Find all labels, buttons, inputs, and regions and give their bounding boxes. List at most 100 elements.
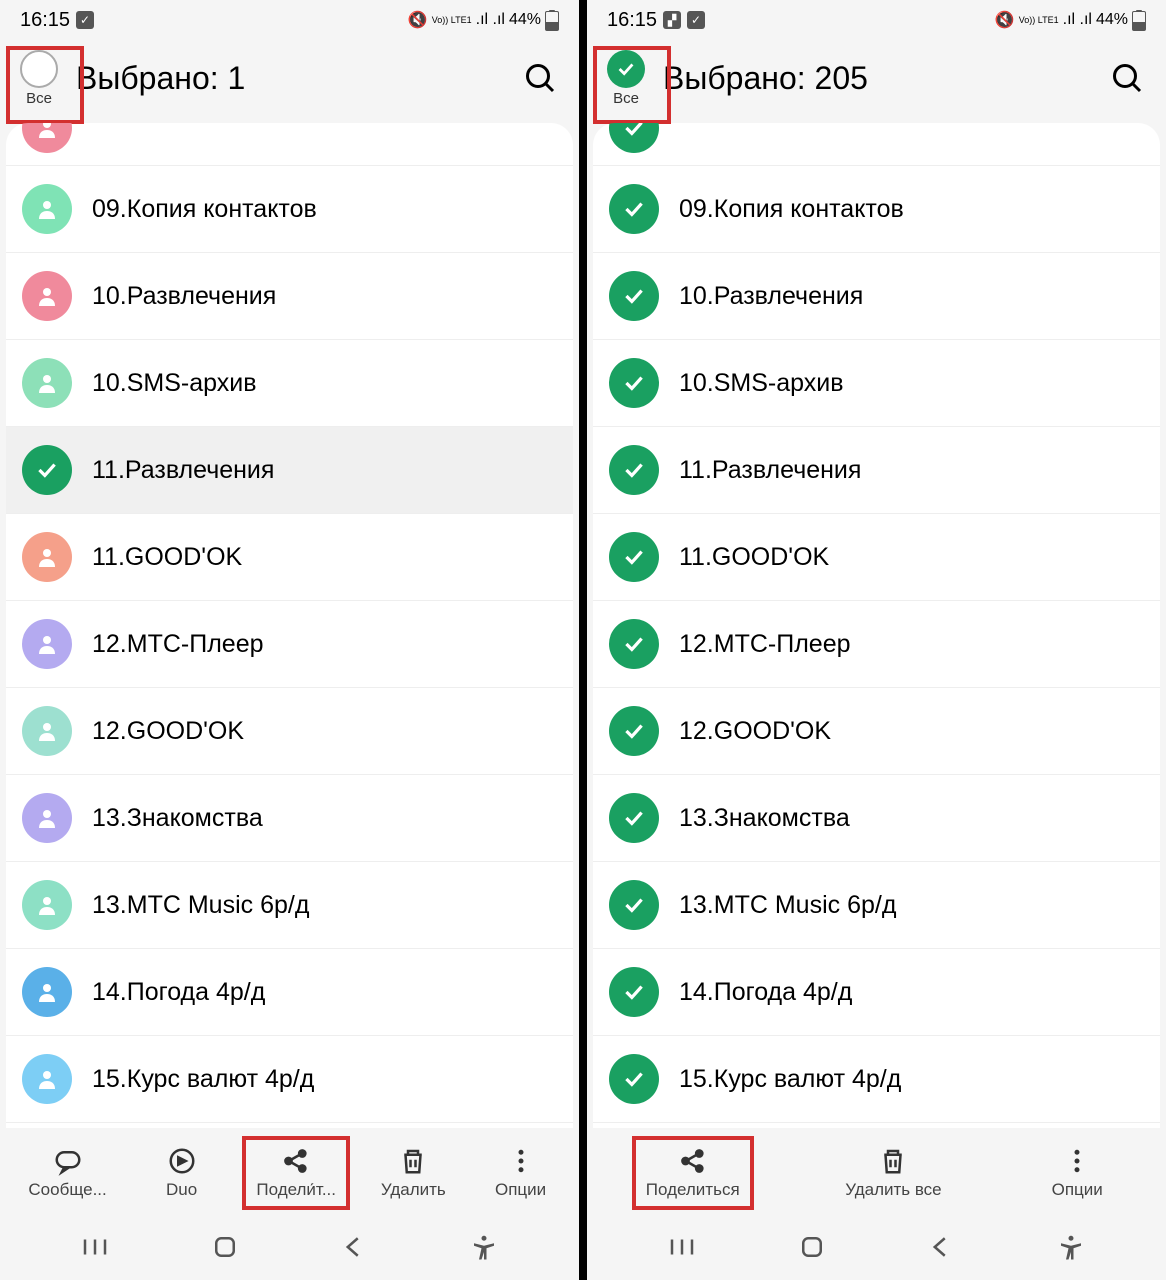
recents-button[interactable] xyxy=(80,1232,110,1262)
conversation-name: 12.GOOD'OK xyxy=(679,717,831,746)
checked-icon xyxy=(609,271,659,321)
volte-icon: Vo)) LTE1 xyxy=(432,16,472,25)
list-item[interactable]: 15.Курс валют 4р/д xyxy=(593,1036,1160,1123)
selection-title: Выбрано: 205 xyxy=(663,60,1110,97)
trash-button[interactable]: Удалить xyxy=(371,1140,456,1206)
list-item[interactable]: 12.GOOD'OK xyxy=(593,688,1160,775)
notification-icon: ✓ xyxy=(687,11,705,29)
checked-icon xyxy=(22,445,72,495)
select-all-button[interactable]: Все xyxy=(20,50,58,107)
nav-bar xyxy=(587,1218,1166,1280)
battery-icon xyxy=(545,10,559,31)
dots-button[interactable]: Опции xyxy=(1037,1140,1117,1206)
list-item[interactable]: 14.Погода 4р/д xyxy=(6,949,573,1036)
checked-icon xyxy=(609,1054,659,1104)
list-item[interactable]: 10.SMS-архив xyxy=(593,340,1160,427)
contact-avatar-icon xyxy=(22,880,72,930)
contact-avatar-icon xyxy=(22,123,72,153)
checked-icon xyxy=(609,967,659,1017)
bottom-toolbar: Поделиться Удалить все Опции xyxy=(587,1128,1166,1218)
mute-icon: 🔇 xyxy=(408,10,428,30)
selection-header: Все Выбрано: 1 xyxy=(0,40,579,123)
signal-icon: .ıl .ıl xyxy=(476,11,505,29)
list-item[interactable] xyxy=(6,123,573,166)
status-right: 🔇 Vo)) LTE1 .ıl .ıl 44% xyxy=(408,10,559,31)
share-button[interactable]: Подели́т... xyxy=(246,1140,346,1206)
list-item[interactable]: 11.Развлечения xyxy=(6,427,573,514)
list-item[interactable]: 15.Курс валют 4р/д xyxy=(6,1036,573,1123)
checked-icon xyxy=(609,184,659,234)
status-time: 16:15 xyxy=(607,9,657,32)
list-item[interactable]: 13.Знакомства xyxy=(6,775,573,862)
conversation-name: 12.МТС-Плеер xyxy=(679,630,851,659)
list-item[interactable]: 10.Развлечения xyxy=(593,253,1160,340)
contact-avatar-icon xyxy=(22,184,72,234)
accessibility-button[interactable] xyxy=(469,1232,499,1262)
battery-pct: 44% xyxy=(509,11,541,29)
button-label: Duo xyxy=(166,1180,197,1200)
search-button[interactable] xyxy=(1110,61,1146,97)
button-label: Поделиться xyxy=(646,1180,740,1200)
list-item[interactable]: 11.GOOD'OK xyxy=(6,514,573,601)
button-label: Опции xyxy=(495,1180,546,1200)
conversation-list[interactable]: 09.Копия контактов 10.Развлечения 10.SMS-а… xyxy=(593,123,1160,1128)
list-item[interactable]: 10.SMS-архив xyxy=(6,340,573,427)
mute-icon: 🔇 xyxy=(995,10,1015,30)
phone-right: 16:15 ▞ ✓ 🔇 Vo)) LTE1 .ıl .ıl 44% Все Вы… xyxy=(587,0,1166,1280)
list-item[interactable] xyxy=(593,123,1160,166)
checked-icon xyxy=(609,532,659,582)
select-all-button[interactable]: Все xyxy=(607,50,645,107)
list-item[interactable]: 14.Погода 4р/д xyxy=(593,949,1160,1036)
list-item[interactable]: 12.GOOD'OK xyxy=(6,688,573,775)
msg-button[interactable]: Сообще... xyxy=(18,1140,116,1206)
conversation-name: 13.MTC Music 6р/д xyxy=(679,891,896,920)
contact-avatar-icon xyxy=(22,793,72,843)
list-item[interactable]: 09.Копия контактов xyxy=(593,166,1160,253)
screenshot-icon: ▞ xyxy=(663,11,681,29)
list-item[interactable]: 13.MTC Music 6р/д xyxy=(6,862,573,949)
button-label: Удалить все xyxy=(845,1180,941,1200)
list-item[interactable]: 11.GOOD'OK xyxy=(593,514,1160,601)
list-item[interactable]: 12.МТС-Плеер xyxy=(6,601,573,688)
conversation-name: 10.SMS-архив xyxy=(92,369,257,398)
checked-icon xyxy=(609,619,659,669)
list-item[interactable]: 13.MTC Music 6р/д xyxy=(593,862,1160,949)
conversation-list[interactable]: 09.Копия контактов10.Развлечения 10.SMS-а… xyxy=(6,123,573,1128)
home-button[interactable] xyxy=(797,1232,827,1262)
conversation-name: 15.Курс валют 4р/д xyxy=(92,1065,314,1094)
back-button[interactable] xyxy=(926,1232,956,1262)
list-item[interactable]: 09.Копия контактов xyxy=(6,166,573,253)
list-item[interactable]: 12.МТС-Плеер xyxy=(593,601,1160,688)
status-right: 🔇 Vo)) LTE1 .ıl .ıl 44% xyxy=(995,10,1146,31)
recents-button[interactable] xyxy=(667,1232,697,1262)
conversation-name: 14.Погода 4р/д xyxy=(679,978,852,1007)
button-label: Подели́т... xyxy=(256,1180,336,1200)
conversation-name: 12.МТС-Плеер xyxy=(92,630,264,659)
button-label: Удалить xyxy=(381,1180,446,1200)
trash-button[interactable]: Удалить все xyxy=(835,1140,951,1206)
battery-icon xyxy=(1132,10,1146,31)
accessibility-button[interactable] xyxy=(1056,1232,1086,1262)
volte-icon: Vo)) LTE1 xyxy=(1019,16,1059,25)
conversation-name: 10.SMS-архив xyxy=(679,369,844,398)
conversation-name: 11.Развлечения xyxy=(679,456,861,485)
conversation-name: 09.Копия контактов xyxy=(679,195,904,224)
button-label: Сообще... xyxy=(28,1180,106,1200)
search-button[interactable] xyxy=(523,61,559,97)
button-label: Опции xyxy=(1052,1180,1103,1200)
duo-button[interactable]: Duo xyxy=(142,1140,222,1206)
conversation-name: 15.Курс валют 4р/д xyxy=(679,1065,901,1094)
back-button[interactable] xyxy=(339,1232,369,1262)
conversation-name: 14.Погода 4р/д xyxy=(92,978,265,1007)
contact-avatar-icon xyxy=(22,967,72,1017)
list-item[interactable]: 11.Развлечения xyxy=(593,427,1160,514)
contact-avatar-icon xyxy=(22,358,72,408)
share-button[interactable]: Поделиться xyxy=(636,1140,750,1206)
notification-icon: ✓ xyxy=(76,11,94,29)
dots-button[interactable]: Опции xyxy=(481,1140,561,1206)
list-item[interactable]: 13.Знакомства xyxy=(593,775,1160,862)
list-item[interactable]: 10.Развлечения xyxy=(6,253,573,340)
home-button[interactable] xyxy=(210,1232,240,1262)
contact-avatar-icon xyxy=(22,271,72,321)
conversation-name: 13.Знакомства xyxy=(679,804,850,833)
